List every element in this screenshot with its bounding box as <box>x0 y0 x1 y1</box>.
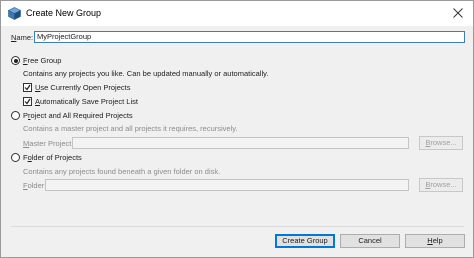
help-button[interactable]: Help <box>405 234 465 248</box>
cube-app-icon <box>8 7 21 20</box>
folder-browse-button[interactable]: Browse... <box>419 178 463 192</box>
project-required-radio[interactable] <box>11 111 20 120</box>
window-title: Create New Group <box>26 8 102 18</box>
checkmark-icon <box>24 98 31 105</box>
free-group-label[interactable]: Free Group <box>23 56 61 65</box>
master-project-label: Master Project: <box>23 139 74 148</box>
use-open-projects-label[interactable]: Use Currently Open Projects <box>35 83 130 92</box>
auto-save-list-label[interactable]: Automatically Save Project List <box>35 97 138 106</box>
folder-of-projects-description: Contains any projects found beneath a gi… <box>23 167 221 176</box>
create-group-button[interactable]: Create Group <box>275 234 335 248</box>
title-bar: Create New Group <box>1 1 473 26</box>
divider <box>11 226 464 227</box>
create-new-group-dialog: Create New Group Name: MyProjectGroup Fr… <box>0 0 474 258</box>
folder-of-projects-radio[interactable] <box>11 153 20 162</box>
folder-field[interactable] <box>45 179 409 191</box>
close-icon[interactable] <box>452 7 464 19</box>
master-project-field[interactable] <box>72 137 409 149</box>
radio-selected-dot <box>13 58 18 63</box>
folder-label: Folder: <box>23 181 47 190</box>
folder-of-projects-label[interactable]: Folder of Projects <box>23 153 82 162</box>
free-group-radio[interactable] <box>11 56 20 65</box>
free-group-description: Contains any projects you like. Can be u… <box>23 69 269 78</box>
name-field[interactable]: MyProjectGroup <box>34 31 465 43</box>
project-required-description: Contains a master project and all projec… <box>23 124 238 133</box>
master-browse-button[interactable]: Browse... <box>419 136 463 150</box>
use-open-projects-checkbox[interactable] <box>23 83 32 92</box>
auto-save-list-checkbox[interactable] <box>23 97 32 106</box>
name-label: Name: <box>11 33 34 42</box>
checkmark-icon <box>24 84 31 91</box>
cancel-button[interactable]: Cancel <box>340 234 400 248</box>
project-required-label[interactable]: Project and All Required Projects <box>23 111 133 120</box>
